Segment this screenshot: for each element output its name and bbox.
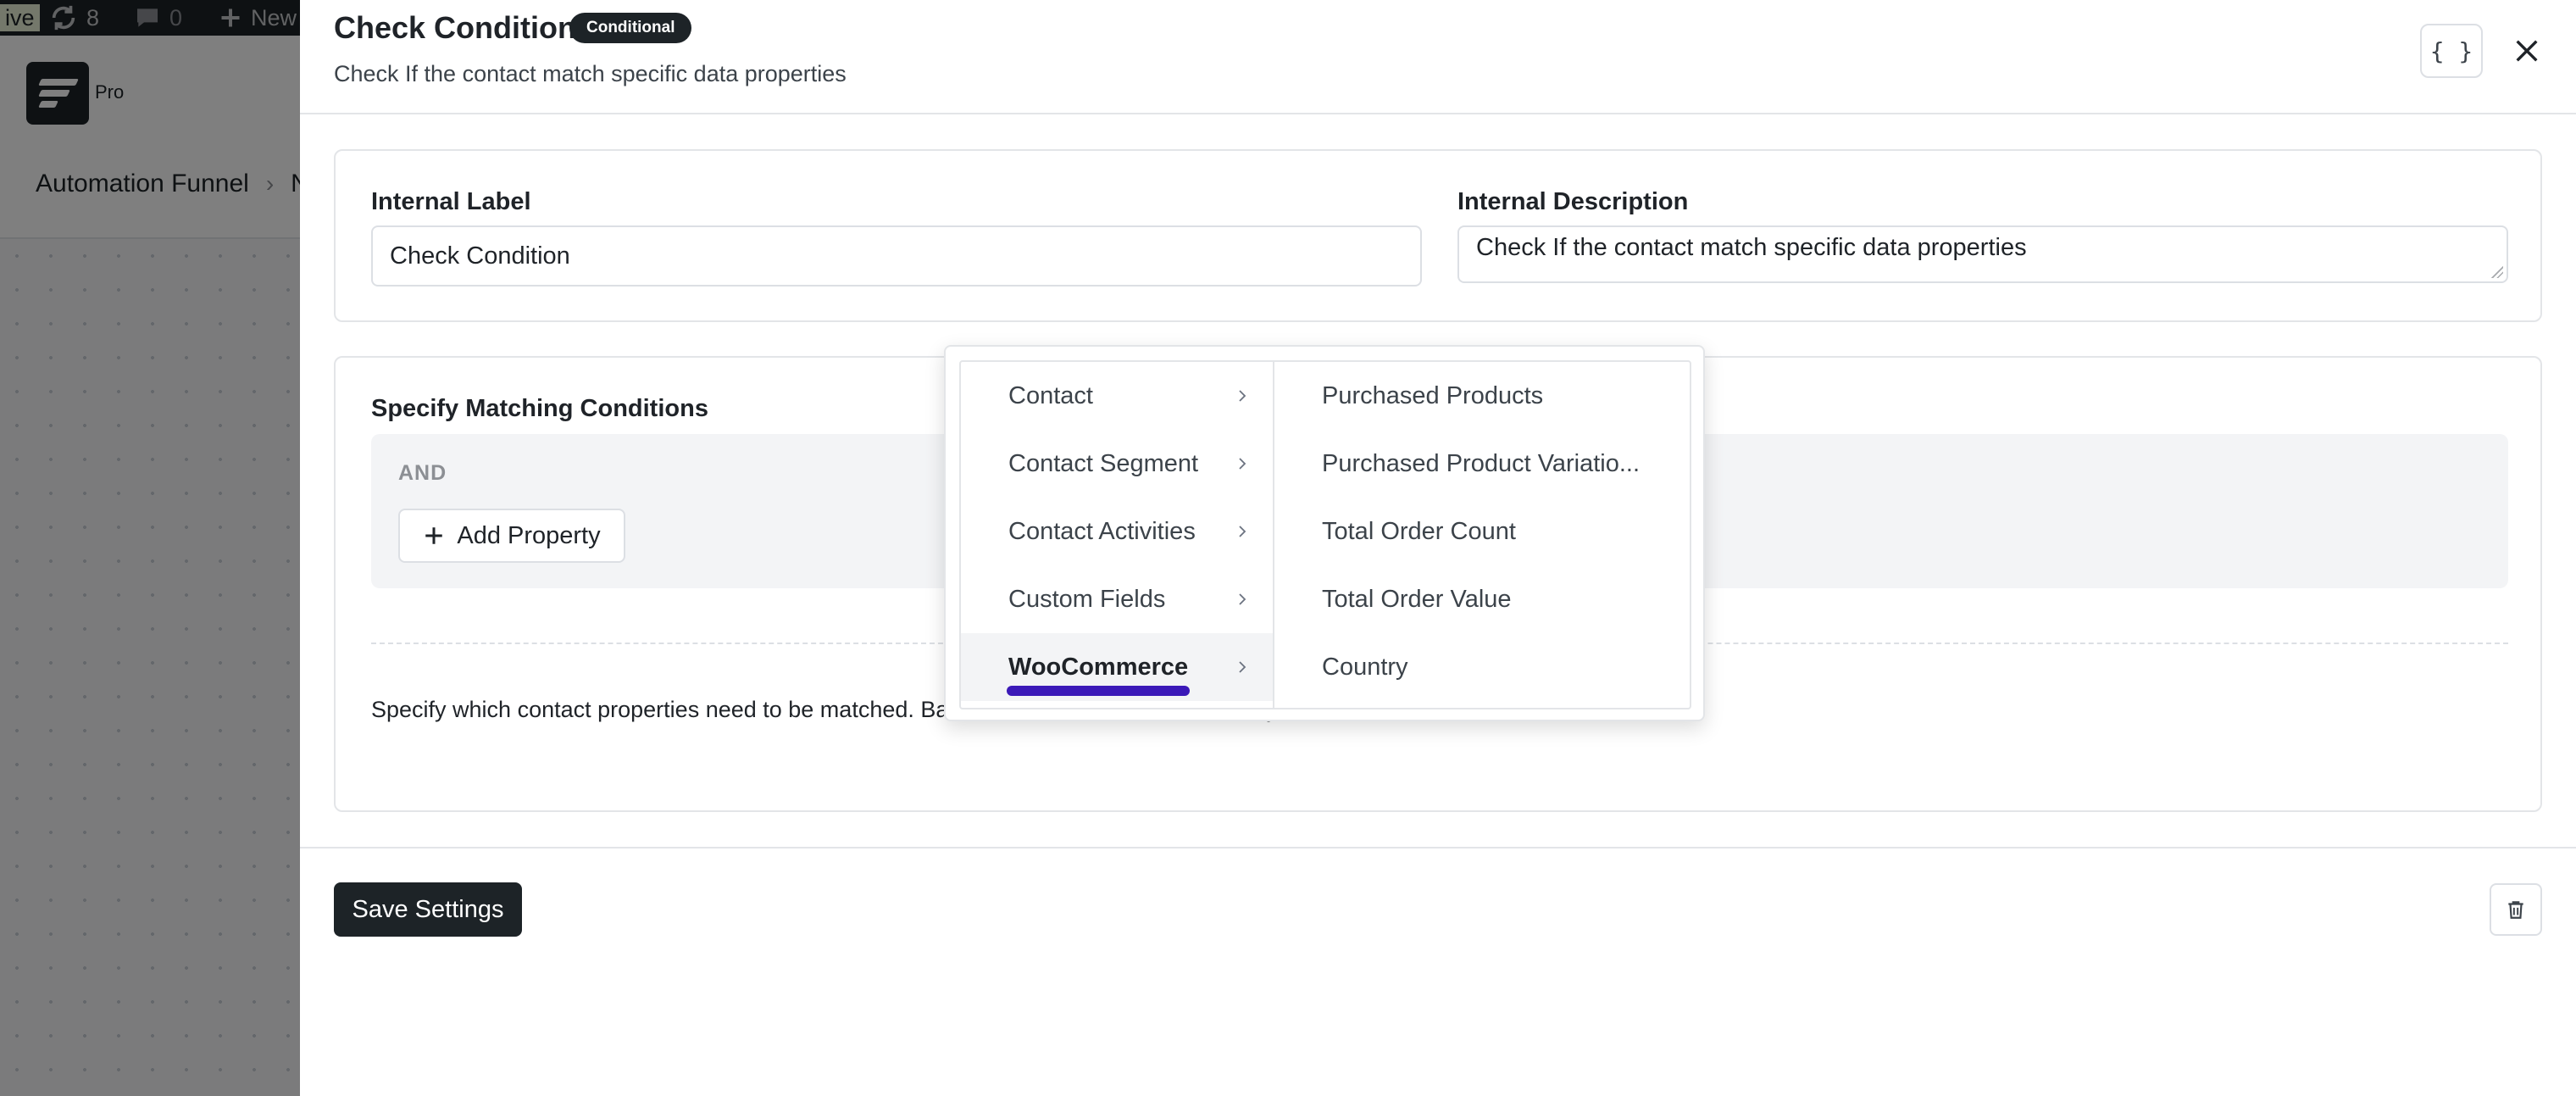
category-label: Contact Segment — [1008, 449, 1199, 477]
option-purchased-products[interactable]: Purchased Products — [1274, 362, 1690, 430]
internal-description-title: Internal Description — [1457, 188, 1689, 215]
category-contact-activities[interactable]: Contact Activities — [961, 498, 1273, 565]
status-badge: Conditional — [569, 13, 692, 43]
category-custom-fields[interactable]: Custom Fields — [961, 565, 1273, 633]
category-woocommerce[interactable]: WooCommerce — [961, 633, 1273, 701]
option-total-order-count[interactable]: Total Order Count — [1274, 498, 1690, 565]
save-settings-button[interactable]: Save Settings — [334, 882, 522, 937]
category-label: Contact — [1008, 381, 1093, 409]
chevron-right-icon — [1230, 384, 1254, 408]
option-country[interactable]: Country — [1274, 633, 1690, 701]
internal-label-title: Internal Label — [371, 188, 531, 215]
category-label: Custom Fields — [1008, 585, 1166, 613]
drawer-subtitle: Check If the contact match specific data… — [334, 61, 847, 86]
group-operator-label: AND — [398, 461, 447, 485]
internal-description-textarea[interactable]: Check If the contact match specific data… — [1457, 225, 2508, 283]
add-property-label: Add Property — [457, 521, 601, 549]
cascader-panel: Contact Contact Segment Contact Activiti… — [959, 360, 1691, 709]
delete-button[interactable] — [2490, 883, 2542, 936]
conditions-title: Specify Matching Conditions — [371, 395, 708, 422]
chevron-right-icon — [1230, 587, 1254, 611]
property-cascader-dropdown: Contact Contact Segment Contact Activiti… — [944, 345, 1705, 721]
close-button[interactable] — [2500, 24, 2554, 78]
chevron-right-icon — [1230, 655, 1254, 679]
internal-description-value: Check If the contact match specific data… — [1476, 234, 2027, 261]
chevron-right-icon — [1230, 520, 1254, 543]
active-underline — [1007, 686, 1190, 696]
option-total-order-value[interactable]: Total Order Value — [1274, 565, 1690, 633]
plus-icon — [425, 527, 443, 544]
settings-drawer: Check Condition Conditional Check If the… — [300, 0, 2576, 1096]
category-menu: Contact Contact Segment Contact Activiti… — [961, 362, 1274, 708]
option-purchased-product-variations[interactable]: Purchased Product Variatio... — [1274, 430, 1690, 498]
resize-handle-icon[interactable] — [2491, 266, 2503, 278]
footer-divider — [300, 847, 2576, 848]
category-label: Contact Activities — [1008, 517, 1196, 545]
trash-icon — [2508, 901, 2523, 919]
internal-label-input[interactable]: Check Condition — [371, 225, 1422, 287]
label-card: Internal Label Check Condition Internal … — [334, 149, 2542, 322]
category-contact[interactable]: Contact — [961, 362, 1273, 430]
category-contact-segment[interactable]: Contact Segment — [961, 430, 1273, 498]
option-menu: Purchased Products Purchased Product Var… — [1274, 362, 1690, 708]
chevron-right-icon — [1230, 452, 1254, 476]
close-icon — [2516, 40, 2538, 62]
json-view-button[interactable]: { } — [2420, 24, 2483, 78]
drawer-header: Check Condition Conditional Check If the… — [300, 0, 2576, 114]
add-property-button[interactable]: Add Property — [398, 509, 625, 563]
drawer-title: Check Condition — [334, 10, 576, 45]
category-label: WooCommerce — [1008, 653, 1189, 681]
